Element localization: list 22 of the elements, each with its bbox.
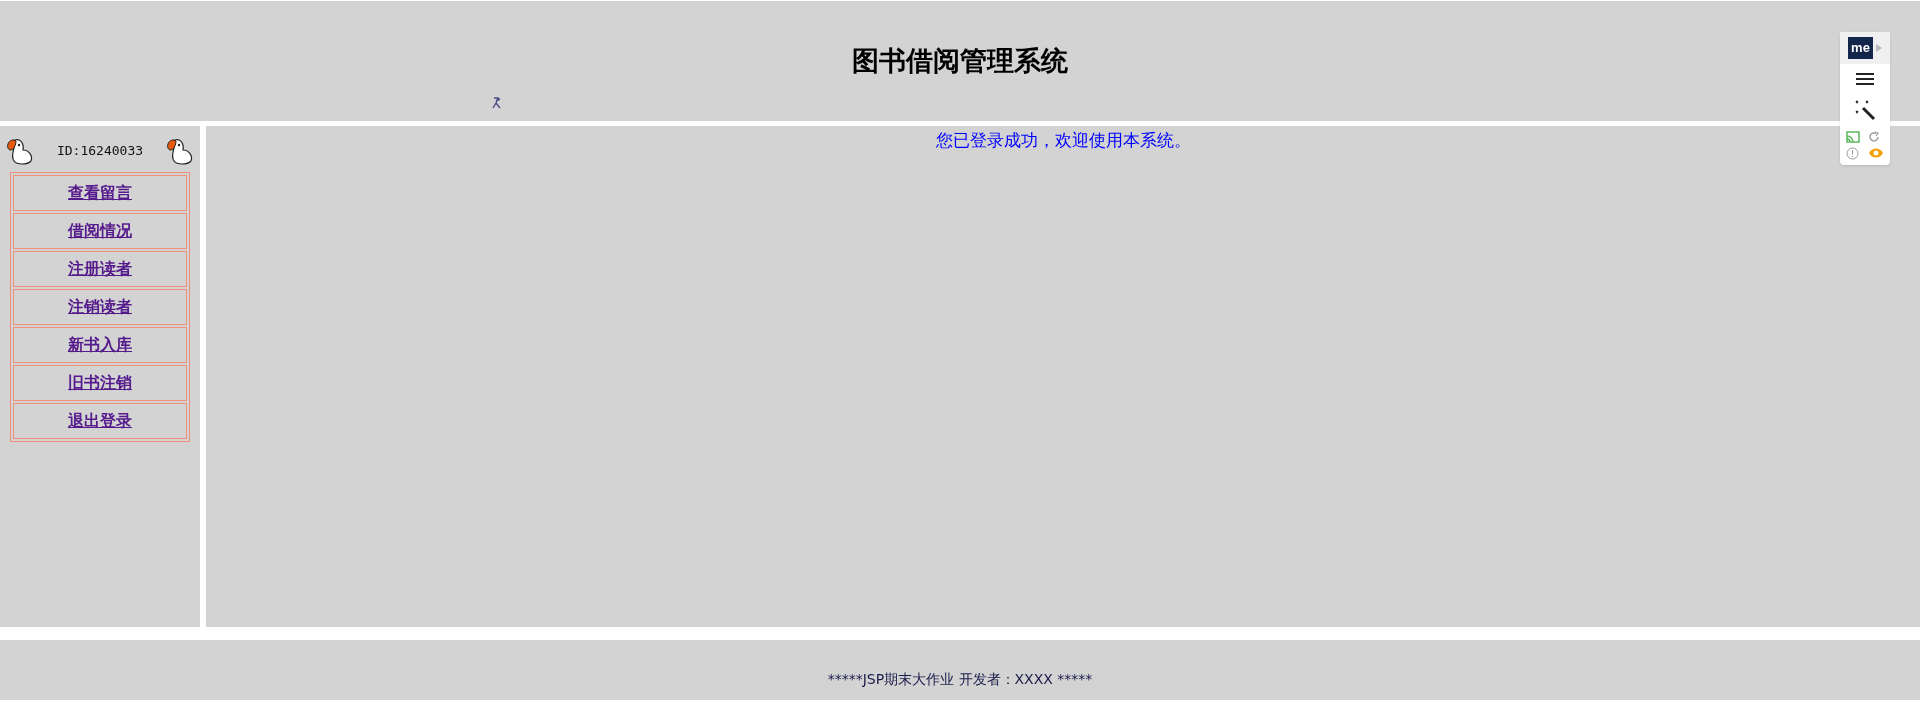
cast-icon[interactable] bbox=[1846, 131, 1860, 143]
menu-link[interactable]: 退出登录 bbox=[13, 403, 187, 439]
menu-icon[interactable] bbox=[1856, 72, 1874, 86]
info-icon[interactable] bbox=[1846, 147, 1859, 160]
extension-logo[interactable]: me bbox=[1848, 37, 1873, 59]
page-title: 图书借阅管理系统 bbox=[852, 44, 1068, 78]
magic-wand-icon[interactable] bbox=[1854, 99, 1876, 121]
user-id: ID:16240033 bbox=[56, 142, 144, 161]
menu-link[interactable]: 注册读者 bbox=[13, 251, 187, 287]
menu-link[interactable]: 查看留言 bbox=[13, 175, 187, 211]
menu-link[interactable]: 注销读者 bbox=[13, 289, 187, 325]
eye-icon[interactable] bbox=[1868, 147, 1884, 159]
duck-icon bbox=[165, 136, 195, 166]
footer-text: *****JSP期末大作业 开发者：XXXX ***** bbox=[827, 670, 1093, 689]
refresh-icon[interactable] bbox=[1868, 131, 1880, 143]
welcome-message: 您已登录成功，欢迎使用本系统。 bbox=[935, 129, 1191, 152]
menu-link[interactable]: 新书入库 bbox=[13, 327, 187, 363]
menu-link[interactable]: 借阅情况 bbox=[13, 213, 187, 249]
expand-icon[interactable] bbox=[1875, 44, 1882, 52]
running-figure-icon bbox=[492, 97, 502, 109]
duck-icon bbox=[5, 136, 35, 166]
menu-link[interactable]: 旧书注销 bbox=[13, 365, 187, 401]
